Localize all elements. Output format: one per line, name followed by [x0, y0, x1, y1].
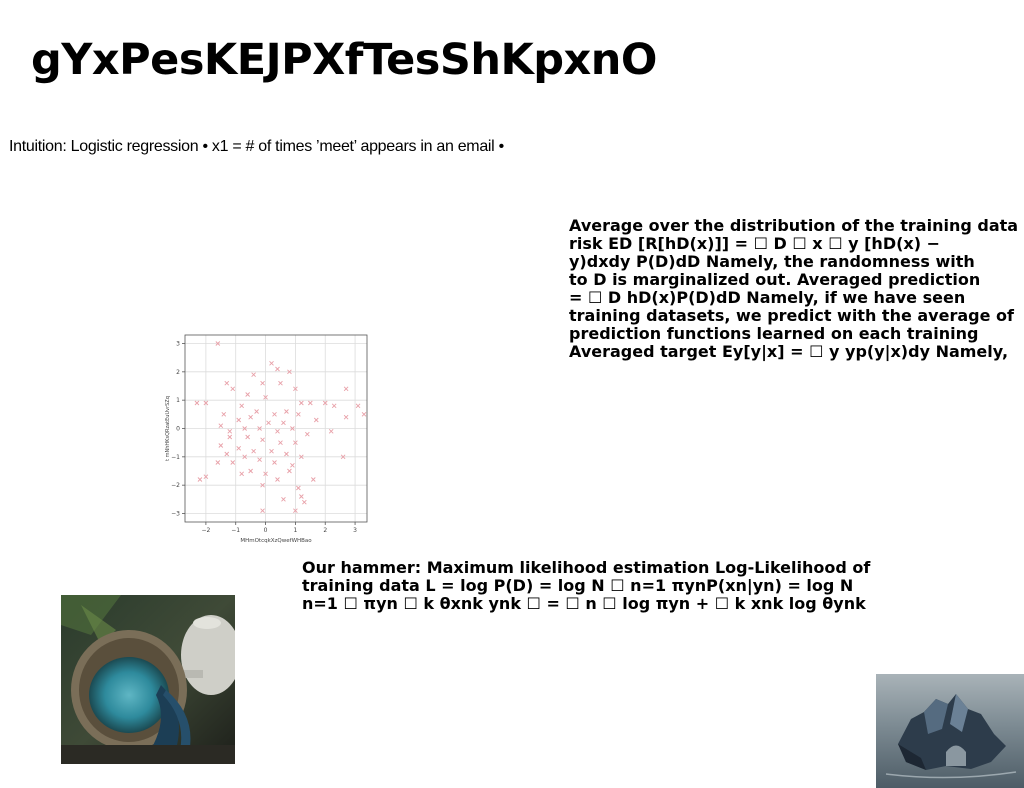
bottom-block-line: n=1 ☐ πyn ☐ k θxnk ynk ☐ = ☐ n ☐ log πyn… [302, 594, 866, 613]
scatter-point [302, 499, 307, 505]
scatter-point [230, 460, 236, 465]
scatter-point [313, 417, 319, 423]
scatter-point [224, 451, 230, 457]
scatter-point [278, 380, 283, 386]
bottom-text-block: Our hammer: Maximum likelihood estimatio… [302, 559, 870, 613]
right-block-line: training datasets, we predict with the a… [569, 306, 1014, 325]
scatter-point [310, 477, 316, 482]
scatter-point [343, 414, 349, 420]
scatter-point [296, 412, 301, 417]
scatter-point [275, 429, 280, 434]
scatter-point [272, 460, 277, 465]
scatter-point [194, 400, 200, 406]
scatter-point [197, 477, 203, 482]
scatter-point [239, 471, 245, 477]
scatter-point [227, 429, 233, 434]
right-block-line: risk ED [R[hD(x)]] = ☐ D ☐ x ☐ y [hD(x) … [569, 234, 941, 253]
x-tick-label: 3 [353, 527, 357, 534]
scatter-point [290, 463, 295, 468]
scatter-point [305, 431, 310, 437]
scatter-point [307, 400, 313, 406]
scatter-point [343, 386, 349, 392]
x-tick-label: 0 [264, 527, 268, 534]
slide-title: gYxPesKEJPXfTesShKpxnO [31, 35, 657, 85]
y-tick-label: −2 [171, 482, 180, 489]
scatter-point [355, 403, 361, 409]
scatter-plot-svg: −2 −1 0 1 2 3 −3 −2 −1 0 1 2 3 MHmOtcqkXzQwefWHBao t m… [165, 334, 368, 544]
scatter-point [236, 417, 242, 423]
scatter-point [331, 403, 337, 409]
tea-photo [61, 595, 235, 764]
scatter-point [299, 400, 304, 406]
scatter-point [260, 437, 265, 443]
scatter-point [245, 434, 250, 440]
x-tick-label: 1 [293, 527, 297, 534]
x-tick-label: 2 [323, 527, 327, 534]
scatter-point [299, 494, 304, 499]
scatter-point [296, 485, 301, 491]
scatter-point [251, 372, 256, 377]
scatter-point [254, 409, 259, 414]
scatter-point [239, 403, 245, 409]
right-block-line: to D is marginalized out. Averaged predi… [569, 270, 981, 289]
right-block-line: Average over the distribution of the tra… [569, 216, 1019, 235]
right-block-line: Averaged target Ey[y|x] = ☐ y yp(y|x)dy … [569, 342, 1009, 361]
scatter-point [281, 420, 286, 426]
scatter-point [361, 412, 367, 417]
rock-island-photo [876, 674, 1024, 788]
right-text-block: Average over the distribution of the tra… [569, 217, 1018, 361]
y-tick-label: 0 [176, 426, 180, 433]
scatter-point [260, 380, 265, 386]
scatter-point [281, 497, 286, 502]
scatter-point [230, 386, 236, 392]
scatter-point [221, 412, 227, 417]
scatter-point [248, 468, 253, 474]
right-block-line: y)dxdy P(D)dD Namely, the randomness wit… [569, 252, 975, 271]
scatter-point [227, 434, 233, 440]
scatter-point [257, 457, 262, 462]
scatter-point [284, 409, 289, 414]
y-tick-label: −1 [171, 454, 180, 461]
scatter-point [328, 429, 334, 434]
intuition-text: Intuition: Logistic regression • x1 = # … [9, 138, 504, 155]
scatter-point [269, 448, 274, 454]
y-tick-label: 1 [176, 397, 180, 404]
scatter-point [266, 420, 271, 426]
scatter-point [251, 448, 256, 454]
scatter-point [218, 423, 224, 428]
right-block-line: = ☐ D hD(x)P(D)dD Namely, if we have see… [569, 288, 966, 307]
y-axis-label: t mNhHKsQRzatEuUvrSZq [165, 396, 171, 461]
x-tick-label: −2 [201, 527, 210, 534]
scatter-point [260, 508, 265, 513]
bottom-block-line: Our hammer: Maximum likelihood estimatio… [302, 558, 871, 577]
y-tick-label: 3 [176, 341, 180, 348]
scatter-point [269, 361, 274, 366]
scatter-point [272, 412, 277, 417]
x-axis-label: MHmOtcqkXzQwefWHBao [240, 538, 312, 544]
scatter-point [218, 443, 224, 448]
scatter-point [275, 366, 280, 372]
scatter-point [287, 468, 292, 474]
x-tick-label: −1 [231, 527, 240, 534]
y-tick-label: −3 [171, 511, 180, 518]
scatter-point [224, 380, 230, 386]
y-tick-label: 2 [176, 369, 180, 376]
right-block-line: prediction functions learned on each tra… [569, 324, 979, 343]
scatter-point [278, 440, 283, 445]
scatter-point [236, 446, 242, 451]
scatter-point [275, 477, 280, 482]
scatter-point [215, 460, 221, 465]
scatter-chart: −2 −1 0 1 2 3 −3 −2 −1 0 1 2 3 MHmOtcqkXzQwefWHBao t m… [160, 330, 375, 550]
scatter-point [284, 451, 289, 457]
bottom-block-line: training data L = log P(D) = log N ☐ n=1… [302, 576, 854, 595]
scatter-point [245, 392, 250, 397]
scatter-point [248, 414, 253, 420]
